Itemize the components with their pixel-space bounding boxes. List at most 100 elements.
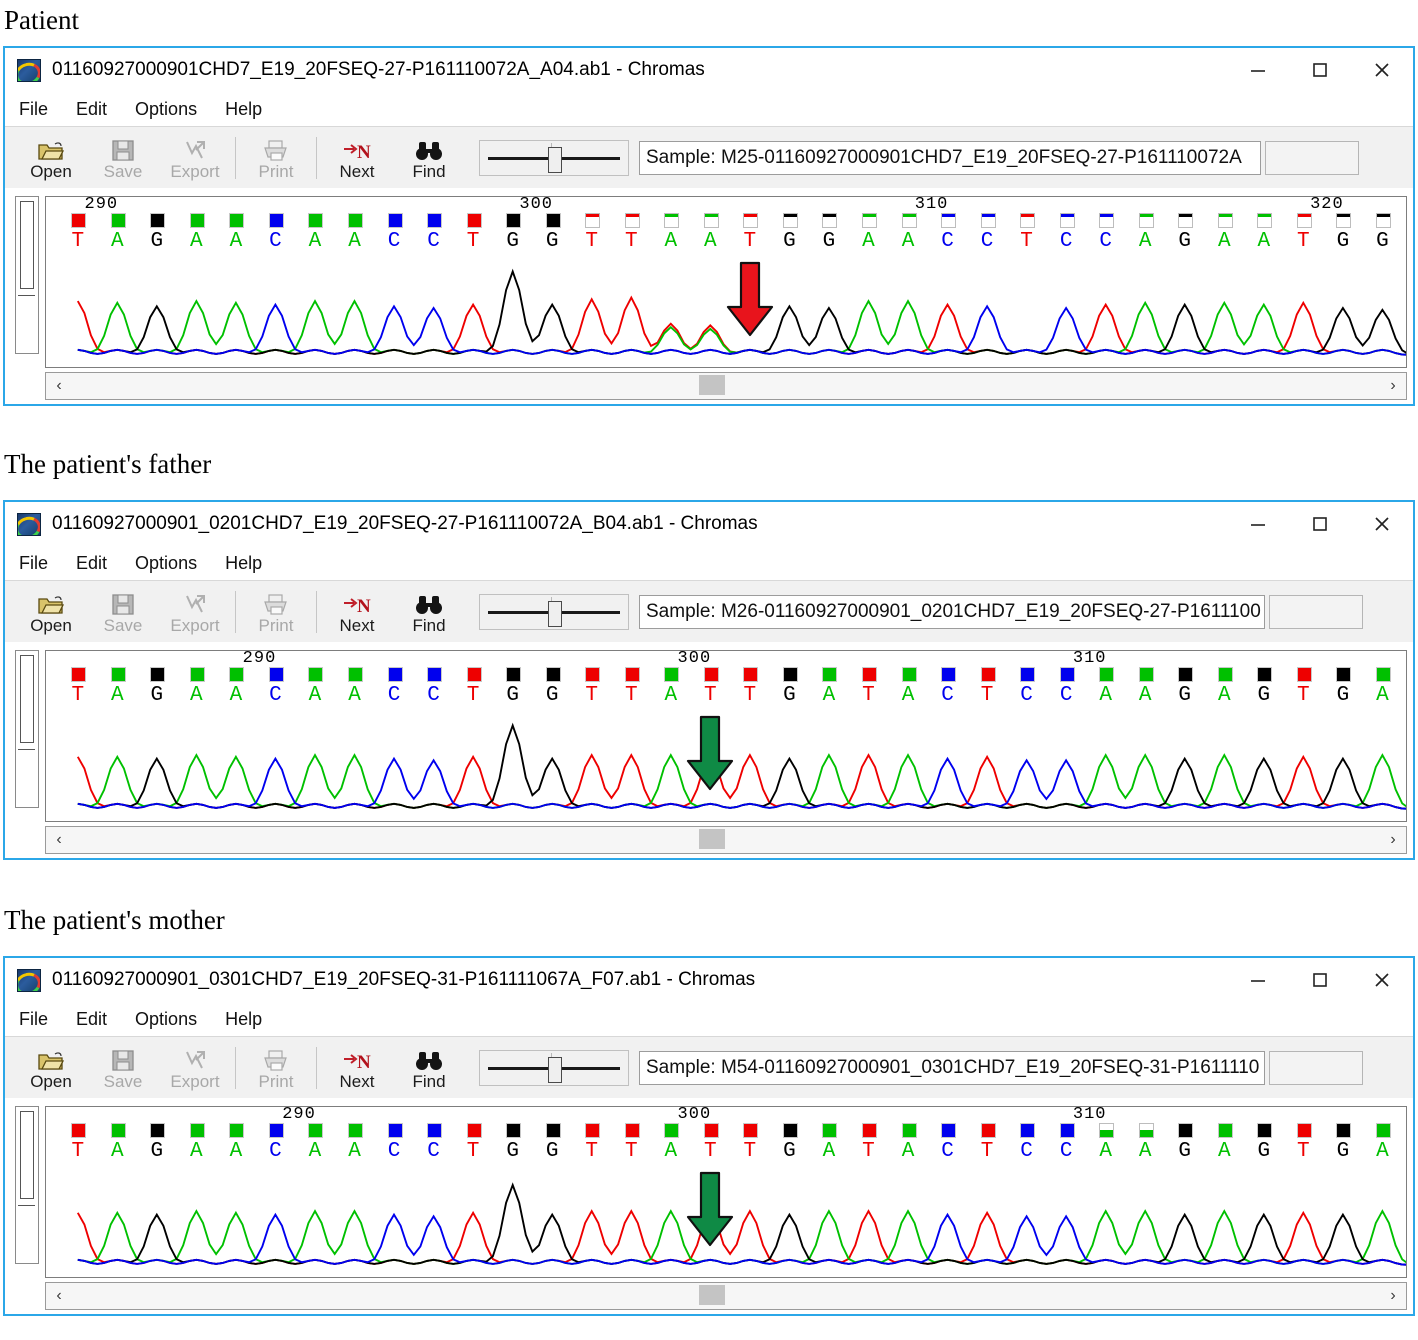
vertical-scale-scrollbar[interactable] [15,650,39,808]
chromas-window: 01160927000901_0301CHD7_E19_20FSEQ-31-P1… [3,956,1415,1316]
menu-item-help[interactable]: Help [225,1009,262,1030]
close-button[interactable] [1351,502,1413,546]
toolbar-label: Print [258,1072,294,1091]
printer-icon [263,136,289,162]
close-button[interactable] [1351,48,1413,92]
toolbar-label: Export [170,1072,220,1091]
window-controls [1227,48,1413,92]
chromatogram-body: 290 300 310 320 T A G A A C A A C C T G G T T A A T G G A A C C T C C A… [5,188,1413,404]
menu-item-file[interactable]: File [19,1009,48,1030]
menu-item-help[interactable]: Help [225,99,262,120]
floppy-disk-icon [111,1046,135,1072]
next-n-icon: N [342,136,372,162]
sample-name-field[interactable]: Sample: M25-01160927000901CHD7_E19_20FSE… [639,141,1261,175]
menu-item-edit[interactable]: Edit [76,99,107,120]
window-title: 01160927000901CHD7_E19_20FSEQ-27-P161110… [52,59,705,80]
toolbar-button-open[interactable]: Open [15,1039,87,1097]
scrollbar-track[interactable] [72,1284,1380,1308]
mutation-arrow-red [724,261,776,339]
chromas-trio-figure: Patient 01160927000901CHD7_E19_20FSEQ-27… [0,0,1418,1340]
export-arrow-icon [183,590,207,616]
menu-item-edit[interactable]: Edit [76,553,107,574]
sample-name-field[interactable]: Sample: M54-01160927000901_0301CHD7_E19_… [639,1051,1265,1085]
window-controls [1227,502,1413,546]
scrollbar-track[interactable] [72,828,1380,852]
chromatogram-pane[interactable]: 290 300 310 T A G A A C A A C C T G G T T A T T G A T A C T C C A A G A G… [45,1106,1407,1278]
vertical-scale-thumb[interactable] [20,655,34,743]
toolbar-button-export: Export [159,1039,231,1097]
sample-secondary-field[interactable] [1265,141,1359,175]
chromas-window: 01160927000901_0201CHD7_E19_20FSEQ-27-P1… [3,500,1415,860]
slider-thumb[interactable] [548,147,562,173]
scroll-right-arrow[interactable]: › [1380,374,1406,398]
toolbar-button-find[interactable]: Find [393,129,465,187]
next-n-icon: N [342,590,372,616]
scrollbar-thumb[interactable] [698,375,725,395]
scroll-left-arrow[interactable]: ‹ [46,828,72,852]
sample-name-field[interactable]: Sample: M26-01160927000901_0201CHD7_E19_… [639,595,1265,629]
toolbar-label: Open [30,1072,72,1091]
toolbar-label: Next [339,162,375,181]
sample-name-text: Sample: M54-01160927000901_0301CHD7_E19_… [646,1057,1260,1078]
scroll-right-arrow[interactable]: › [1380,1284,1406,1308]
next-n-icon: N [342,1046,372,1072]
toolbar-button-find[interactable]: Find [393,1039,465,1097]
toolbar-button-next[interactable]: N Next [321,1039,393,1097]
zoom-slider[interactable] [479,140,629,176]
zoom-slider[interactable] [479,1050,629,1086]
scroll-left-arrow[interactable]: ‹ [46,374,72,398]
slider-thumb[interactable] [548,601,562,627]
toolbar-button-next[interactable]: N Next [321,583,393,641]
zoom-slider[interactable] [479,594,629,630]
toolbar-button-next[interactable]: N Next [321,129,393,187]
chromatogram-pane[interactable]: 290 300 310 320 T A G A A C A A C C T G G T T A A T G G A A C C T C C A… [45,196,1407,368]
toolbar-separator [235,137,236,179]
sample-secondary-field[interactable] [1269,1051,1363,1085]
trace-C [77,1212,1406,1266]
maximize-button[interactable] [1289,958,1351,1002]
floppy-disk-icon [111,136,135,162]
maximize-button[interactable] [1289,502,1351,546]
toolbar-label: Find [412,616,446,635]
window-title: 01160927000901_0201CHD7_E19_20FSEQ-27-P1… [52,513,758,534]
horizontal-scrollbar[interactable]: ‹ › [45,1282,1407,1310]
menu-item-file[interactable]: File [19,99,48,120]
toolbar-label: Save [103,1072,143,1091]
scroll-left-arrow[interactable]: ‹ [46,1284,72,1308]
chromatogram-pane[interactable]: 290 300 310 T A G A A C A A C C T G G T T A T T G A T A C T C C A A G A G… [45,650,1407,822]
vertical-scale-thumb[interactable] [20,201,34,289]
toolbar-button-open[interactable]: Open [15,129,87,187]
vertical-scale-scrollbar[interactable] [15,196,39,354]
sample-secondary-field[interactable] [1269,595,1363,629]
menu-item-edit[interactable]: Edit [76,1009,107,1030]
toolbar-button-open[interactable]: Open [15,583,87,641]
scrollbar-track[interactable] [72,374,1380,398]
open-folder-icon [38,1046,64,1072]
vertical-scale-thumb[interactable] [20,1111,34,1199]
toolbar: Open Save Export Print N Next Find Sampl… [5,1037,1413,1100]
toolbar-button-find[interactable]: Find [393,583,465,641]
minimize-button[interactable] [1227,958,1289,1002]
scroll-right-arrow[interactable]: › [1380,828,1406,852]
menu-item-options[interactable]: Options [135,99,197,120]
menu-item-options[interactable]: Options [135,553,197,574]
menu-item-help[interactable]: Help [225,553,262,574]
toolbar-button-print: Print [240,129,312,187]
vertical-scale-scrollbar[interactable] [15,1106,39,1264]
scrollbar-thumb[interactable] [698,1285,725,1305]
menu-item-options[interactable]: Options [135,1009,197,1030]
toolbar-label: Open [30,616,72,635]
toolbar-separator [235,1047,236,1089]
toolbar-button-save: Save [87,1039,159,1097]
horizontal-scrollbar[interactable]: ‹ › [45,826,1407,854]
horizontal-scrollbar[interactable]: ‹ › [45,372,1407,400]
window-titlebar: 01160927000901CHD7_E19_20FSEQ-27-P161110… [5,48,1413,92]
slider-thumb[interactable] [548,1057,562,1083]
maximize-button[interactable] [1289,48,1351,92]
minimize-button[interactable] [1227,502,1289,546]
printer-icon [263,590,289,616]
minimize-button[interactable] [1227,48,1289,92]
close-button[interactable] [1351,958,1413,1002]
scrollbar-thumb[interactable] [698,829,725,849]
menu-item-file[interactable]: File [19,553,48,574]
